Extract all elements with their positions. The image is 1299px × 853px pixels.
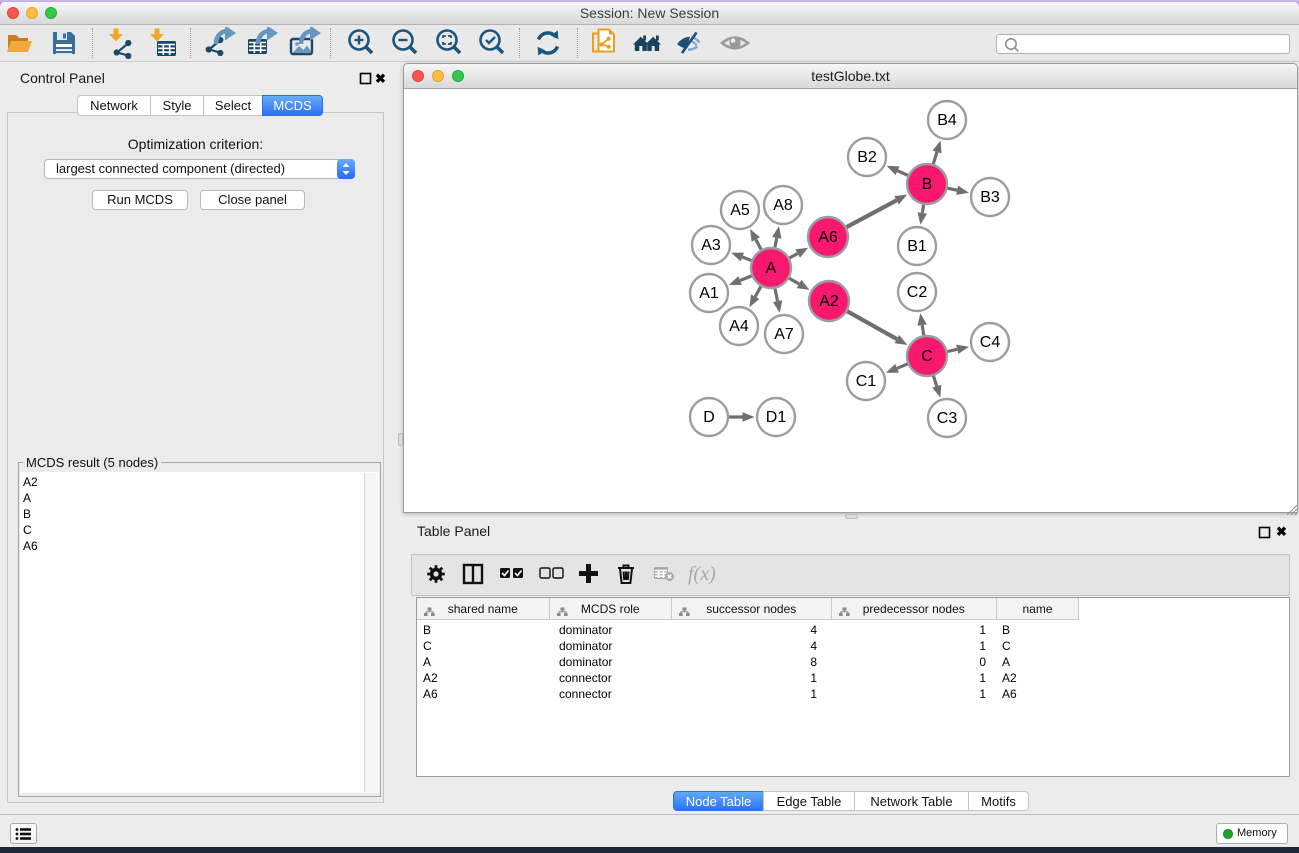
svg-text:C: C bbox=[921, 348, 933, 365]
svg-text:C3: C3 bbox=[937, 410, 958, 427]
svg-text:A4: A4 bbox=[729, 318, 749, 335]
svg-text:A: A bbox=[766, 260, 777, 277]
svg-text:C4: C4 bbox=[980, 334, 1001, 351]
svg-text:B1: B1 bbox=[907, 238, 927, 255]
svg-text:A5: A5 bbox=[730, 202, 750, 219]
svg-text:f(x): f(x) bbox=[688, 563, 716, 585]
svg-text:C1: C1 bbox=[856, 373, 877, 390]
svg-text:B3: B3 bbox=[980, 189, 1000, 206]
svg-text:B4: B4 bbox=[937, 112, 957, 129]
svg-text:A7: A7 bbox=[774, 326, 794, 343]
svg-text:D1: D1 bbox=[766, 409, 787, 426]
svg-text:B: B bbox=[922, 176, 933, 193]
svg-text:A8: A8 bbox=[773, 197, 793, 214]
svg-text:A3: A3 bbox=[701, 237, 721, 254]
svg-text:A6: A6 bbox=[818, 229, 838, 246]
svg-text:A1: A1 bbox=[699, 285, 719, 302]
svg-text:A2: A2 bbox=[819, 293, 839, 310]
svg-text:B2: B2 bbox=[857, 149, 877, 166]
svg-text:D: D bbox=[703, 409, 715, 426]
svg-text:C2: C2 bbox=[907, 284, 928, 301]
